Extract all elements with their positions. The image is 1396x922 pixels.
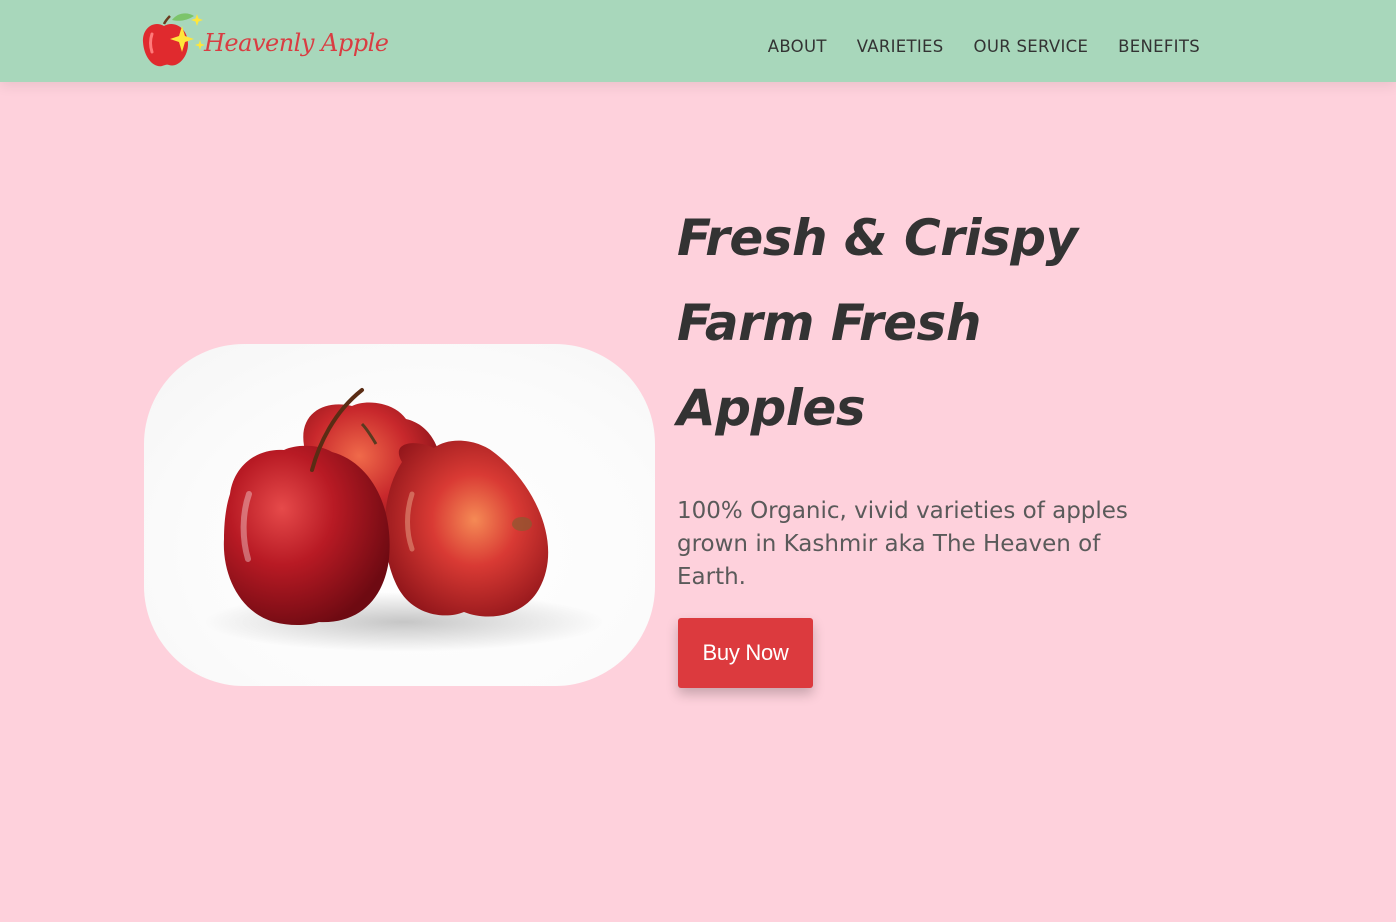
hero-apples-image [144, 344, 655, 686]
hero-description: 100% Organic, vivid varieties of apples … [677, 498, 1128, 590]
hero-title-line-3: Apples [677, 379, 866, 437]
buy-now-button[interactable]: Buy Now [678, 618, 813, 688]
nav-link-varieties[interactable]: VARIETIES [857, 27, 944, 56]
brand-logo[interactable]: Heavenly Apple [142, 10, 389, 72]
brand-name: Heavenly Apple [204, 29, 389, 57]
main-nav: ABOUT VARIETIES OUR SERVICE BENEFITS [768, 0, 1200, 82]
hero-title-line-2: Farm Fresh [677, 294, 981, 352]
nav-link-about[interactable]: ABOUT [768, 27, 827, 56]
hero-title-line-1: Fresh & Crispy [677, 209, 1078, 267]
navbar: Heavenly Apple ABOUT VARIETIES OUR SERVI… [0, 0, 1396, 82]
hero-title: Fresh & Crispy Farm Fresh Apples [677, 196, 1197, 451]
apple-sparkle-icon [142, 10, 208, 72]
nav-link-benefits[interactable]: BENEFITS [1118, 27, 1200, 56]
nav-link-our-service[interactable]: OUR SERVICE [974, 27, 1089, 56]
